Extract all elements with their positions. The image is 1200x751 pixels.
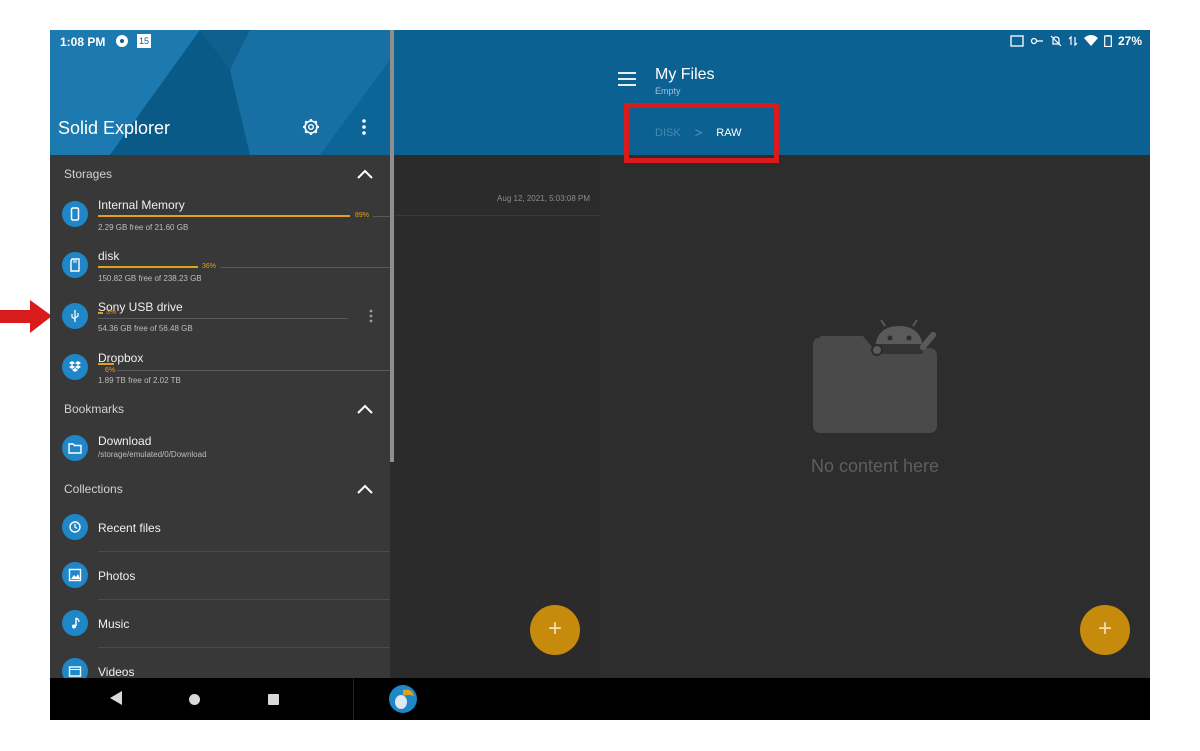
solid-explorer-app-icon[interactable] bbox=[388, 684, 418, 714]
usb-icon bbox=[62, 303, 88, 329]
usage-bar-track bbox=[220, 267, 390, 268]
video-icon bbox=[62, 658, 88, 678]
collection-name: Recent files bbox=[98, 521, 161, 535]
sd-card-icon bbox=[62, 252, 88, 278]
usage-percent: 36% bbox=[202, 263, 217, 270]
empty-folder-android-icon bbox=[813, 319, 937, 433]
storage-detail: 150.82 GB free of 238.23 GB bbox=[98, 274, 202, 283]
notifications-off-icon bbox=[1050, 35, 1062, 47]
bookmark-name: Download bbox=[98, 434, 152, 448]
system-navigation-bar bbox=[50, 678, 1150, 720]
usage-percent: 3% bbox=[106, 309, 117, 316]
wifi-icon bbox=[1083, 35, 1098, 46]
app-title: Solid Explorer bbox=[58, 118, 171, 138]
add-fab-button-middle[interactable]: + bbox=[530, 605, 580, 655]
storage-detail: 54.36 GB free of 56.48 GB bbox=[98, 324, 193, 333]
battery-percent: 27% bbox=[1117, 34, 1142, 48]
navigation-drawer: Solid Explorer Storages Internal Memory … bbox=[50, 30, 390, 678]
storage-name: disk bbox=[98, 249, 120, 263]
usage-percent: 6% bbox=[105, 367, 116, 374]
data-transfer-icon bbox=[1068, 35, 1078, 47]
chevron-up-icon[interactable] bbox=[356, 168, 374, 180]
more-options-icon[interactable] bbox=[368, 308, 374, 324]
chevron-up-icon[interactable] bbox=[356, 483, 374, 495]
history-icon bbox=[62, 514, 88, 540]
annotation-highlight-box bbox=[624, 103, 779, 163]
divider bbox=[98, 599, 390, 600]
tablet-screen: My Files Empty DISK > RAW No content her… bbox=[50, 30, 1150, 720]
back-icon[interactable] bbox=[110, 691, 122, 705]
usage-bar bbox=[98, 266, 198, 268]
cast-icon bbox=[1010, 35, 1024, 47]
drawer-scrollbar[interactable] bbox=[390, 30, 394, 462]
folder-icon bbox=[62, 435, 88, 461]
battery-icon bbox=[1104, 35, 1112, 47]
collection-name: Music bbox=[98, 617, 130, 631]
empty-state-message: No content here bbox=[810, 456, 940, 476]
status-time: 1:08 PM bbox=[60, 35, 106, 49]
more-options-icon[interactable] bbox=[358, 118, 370, 136]
status-bar: 1:08 PM 15 27% bbox=[50, 30, 1150, 54]
recent-apps-icon[interactable] bbox=[268, 694, 279, 705]
collection-name: Photos bbox=[98, 569, 136, 583]
dropbox-icon bbox=[62, 354, 88, 380]
storage-detail: 2.29 GB free of 21.60 GB bbox=[98, 223, 189, 232]
notification-app-icon bbox=[116, 35, 128, 47]
usage-bar bbox=[98, 215, 350, 217]
hamburger-menu-icon[interactable] bbox=[618, 72, 636, 86]
taskbar-divider bbox=[353, 678, 354, 720]
phone-icon bbox=[62, 201, 88, 227]
usage-bar-track bbox=[116, 370, 390, 371]
section-bookmarks: Bookmarks bbox=[64, 402, 125, 416]
collection-name: Videos bbox=[98, 665, 135, 678]
storage-detail: 1.89 TB free of 2.02 TB bbox=[98, 376, 181, 385]
divider bbox=[390, 215, 600, 216]
item-timestamp: Aug 12, 2021, 5:03:08 PM bbox=[497, 194, 590, 203]
section-storages: Storages bbox=[64, 167, 113, 181]
usage-bar bbox=[98, 312, 103, 314]
gear-icon[interactable] bbox=[302, 118, 320, 136]
photo-icon bbox=[62, 562, 88, 588]
divider bbox=[98, 551, 390, 552]
divider bbox=[98, 647, 390, 648]
chevron-up-icon[interactable] bbox=[356, 403, 374, 415]
usage-bar-track bbox=[98, 318, 348, 319]
section-collections: Collections bbox=[64, 482, 123, 496]
bookmark-path: /storage/emulated/0/Download bbox=[98, 450, 207, 459]
usage-bar bbox=[98, 363, 114, 365]
calendar-icon: 15 bbox=[137, 34, 151, 48]
vpn-key-icon bbox=[1030, 37, 1043, 45]
folder-title: My Files bbox=[655, 66, 715, 83]
storage-name: Internal Memory bbox=[98, 198, 185, 212]
usage-bar-track bbox=[373, 216, 390, 217]
system-icons: 27% bbox=[1010, 34, 1142, 48]
usage-percent: 89% bbox=[355, 212, 370, 219]
music-icon bbox=[62, 610, 88, 636]
add-fab-button[interactable]: + bbox=[1080, 605, 1130, 655]
annotation-arrow-icon bbox=[0, 300, 52, 333]
home-icon[interactable] bbox=[189, 694, 200, 705]
folder-subtitle: Empty bbox=[655, 86, 681, 96]
